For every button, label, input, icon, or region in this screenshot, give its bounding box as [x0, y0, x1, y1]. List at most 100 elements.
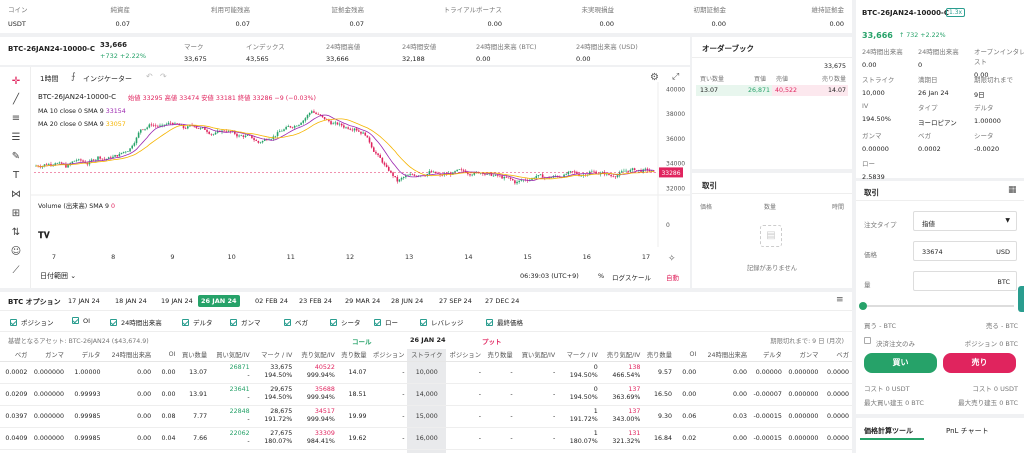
text-icon[interactable]: T	[9, 169, 23, 183]
crosshair-icon[interactable]: ✛	[9, 75, 23, 89]
ruler-icon[interactable]: ⊞	[9, 207, 23, 221]
calculator-icon[interactable]: ▦	[1008, 185, 1017, 195]
column-filter-1[interactable]: OI	[72, 317, 90, 325]
column-filter-0[interactable]: ポジション	[10, 317, 54, 327]
table-row[interactable]: 0.0002 0.000000 1.00000 0.00 0.00 13.07 26871-…	[0, 361, 852, 384]
tab-price-calculator[interactable]: 価格計算ツール	[864, 426, 913, 436]
column-header[interactable]: 買い気配/IV	[210, 349, 253, 362]
call-bid[interactable]: 22062-	[210, 427, 253, 450]
column-header[interactable]: マーク / IV	[252, 349, 296, 362]
side-handle[interactable]	[1018, 286, 1024, 312]
prediction-icon[interactable]: ⇅	[9, 226, 23, 240]
put-ask[interactable]: 137	[600, 449, 644, 453]
checkbox-checked-icon[interactable]	[182, 319, 189, 326]
leverage-badge[interactable]: 1.3x	[946, 8, 966, 17]
column-header[interactable]: ポジション	[446, 349, 485, 362]
fib-icon[interactable]: ☰	[9, 131, 23, 145]
put-ask[interactable]: 137 343.00%	[600, 405, 644, 428]
brush-icon[interactable]: ✎	[9, 150, 23, 164]
chart-settings-icon[interactable]: ✧	[668, 254, 676, 264]
column-header[interactable]: 売り気配/IV	[295, 349, 338, 362]
column-header[interactable]: 買い数量	[178, 349, 211, 362]
column-header[interactable]: ベガ	[0, 349, 31, 362]
percent-toggle[interactable]: %	[598, 272, 604, 280]
call-mark[interactable]: 33,675 194.50%	[252, 361, 296, 384]
put-ask[interactable]: 138 466.54%	[600, 361, 644, 384]
auto-scale-toggle[interactable]: 自動	[666, 272, 679, 282]
column-header[interactable]: デルタ	[66, 349, 104, 362]
column-header[interactable]: 売り気配/IV	[600, 349, 644, 362]
column-header[interactable]: デルタ	[750, 349, 785, 362]
reduce-only-checkbox[interactable]	[864, 337, 871, 344]
expiry-tab-9[interactable]: 27 DEC 24	[482, 295, 522, 307]
checkbox-checked-icon[interactable]	[486, 319, 493, 326]
ticker-symbol[interactable]: BTC-26JAN24-10000-C	[8, 45, 95, 53]
quantity-slider-handle[interactable]	[859, 302, 867, 310]
column-header[interactable]: ガンマ	[30, 349, 67, 362]
ob-ask-price[interactable]: 40,522	[775, 87, 797, 94]
checkbox-checked-icon[interactable]	[420, 319, 427, 326]
checkbox-checked-icon[interactable]	[72, 317, 79, 324]
expiry-tab-1[interactable]: 18 JAN 24	[112, 295, 150, 307]
put-mark[interactable]: 1 191.72%	[558, 405, 601, 428]
column-filter-9[interactable]: 最終価格	[486, 317, 523, 327]
table-row[interactable]: 0.0409 0.000000 0.99985 0.00 0.04 7.66 22062-2…	[0, 427, 852, 450]
call-mark[interactable]: 29,675 194.50%	[252, 383, 296, 406]
call-bid[interactable]: 22848-	[210, 405, 253, 428]
ob-bid-qty[interactable]: 13.07	[700, 87, 718, 94]
put-ask[interactable]: 137 363.69%	[600, 383, 644, 406]
checkbox-checked-icon[interactable]	[230, 319, 237, 326]
call-ask[interactable]: 40522 999.94%	[295, 361, 338, 384]
expiry-tab-0[interactable]: 17 JAN 24	[65, 295, 103, 307]
column-header[interactable]: 売り数量	[337, 349, 370, 362]
expiry-tab-7[interactable]: 28 JUN 24	[388, 295, 426, 307]
menu-icon[interactable]: ≡	[836, 295, 844, 305]
call-bid[interactable]: 26871-	[210, 361, 253, 384]
column-filter-5[interactable]: ベガ	[284, 317, 308, 327]
buy-button[interactable]: 買い	[864, 353, 937, 373]
parallel-lines-icon[interactable]: ≡	[9, 112, 23, 126]
trend-line-icon[interactable]: ╱	[9, 93, 23, 107]
pattern-icon[interactable]: ⋈	[9, 188, 23, 202]
checkbox-checked-icon[interactable]	[110, 319, 117, 326]
ob-ask-qty[interactable]: 14.07	[828, 87, 846, 94]
put-ask[interactable]: 131 321.32%	[600, 427, 644, 450]
tab-pnl-chart[interactable]: PnL チャート	[946, 426, 989, 436]
call-ask[interactable]: 35688 999.94%	[295, 383, 338, 406]
ob-bid-price[interactable]: 26,871	[748, 87, 770, 94]
column-header[interactable]: マーク / IV	[558, 349, 601, 362]
column-header[interactable]: OI	[675, 349, 700, 362]
expiry-tab-8[interactable]: 27 SEP 24	[436, 295, 475, 307]
column-header[interactable]: ベガ	[821, 349, 852, 362]
checkbox-checked-icon[interactable]	[10, 319, 17, 326]
expiry-tab-2[interactable]: 19 JAN 24	[158, 295, 196, 307]
column-filter-4[interactable]: ガンマ	[230, 317, 261, 327]
quantity-slider-track[interactable]	[864, 305, 1014, 307]
expiry-tab-5[interactable]: 23 FEB 24	[296, 295, 335, 307]
call-bid[interactable]: 23641-	[210, 383, 253, 406]
expiry-tab-6[interactable]: 29 MAR 24	[342, 295, 383, 307]
expiry-tab-3[interactable]: 26 JAN 24	[198, 295, 240, 307]
call-mark[interactable]: 27,675 180.07%	[252, 427, 296, 450]
call-ask[interactable]: 34517 999.94%	[295, 405, 338, 428]
table-row[interactable]: 0.0397 0.000000 0.99985 0.00 0.08 7.77 22848-2…	[0, 405, 852, 428]
put-mark[interactable]: 0 194.50%	[558, 361, 601, 384]
call-ask[interactable]: 30923	[295, 449, 338, 453]
column-header[interactable]: 売り数量	[484, 349, 516, 362]
put-mark[interactable]: 1 180.07%	[558, 427, 601, 450]
expiry-tab-4[interactable]: 02 FEB 24	[252, 295, 291, 307]
column-header[interactable]: ガンマ	[784, 349, 822, 362]
price-chart[interactable]: 40000 38000 36000 34000 32000 0 7 8 9 10 11 12 13 14 1…	[30, 67, 690, 288]
checkbox-checked-icon[interactable]	[374, 319, 381, 326]
column-filter-6[interactable]: シータ	[330, 317, 361, 327]
quantity-input[interactable]: BTC	[913, 271, 1017, 291]
column-filter-2[interactable]: 24時間出来高	[110, 317, 162, 327]
column-header[interactable]: ポジション	[369, 349, 408, 362]
put-mark[interactable]: 2	[558, 449, 601, 453]
call-mark[interactable]: 25,676	[252, 449, 296, 453]
column-header[interactable]: 24時間出来高	[699, 349, 751, 362]
column-header[interactable]: 24時間出来高	[103, 349, 155, 362]
call-mark[interactable]: 28,675 191.72%	[252, 405, 296, 428]
order-type-select[interactable]: 指値 ▼	[913, 211, 1017, 231]
column-filter-3[interactable]: デルタ	[182, 317, 213, 327]
